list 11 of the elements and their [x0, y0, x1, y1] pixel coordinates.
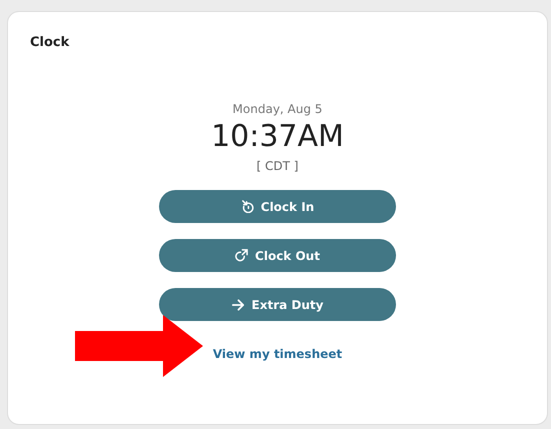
clock-in-icon [240, 200, 254, 213]
clock-out-icon [235, 249, 248, 262]
extra-duty-button[interactable]: Extra Duty [159, 288, 396, 321]
date-text: Monday, Aug 5 [232, 102, 322, 116]
card-title: Clock [30, 35, 70, 50]
arrow-right-icon [232, 298, 245, 310]
timesheet-link[interactable]: View my timesheet [212, 347, 342, 361]
time-text: 10:37AM [211, 119, 344, 154]
clock-in-button[interactable]: Clock In [159, 190, 396, 223]
timezone-text: [ CDT ] [256, 159, 298, 173]
clock-out-button[interactable]: Clock Out [159, 239, 396, 272]
